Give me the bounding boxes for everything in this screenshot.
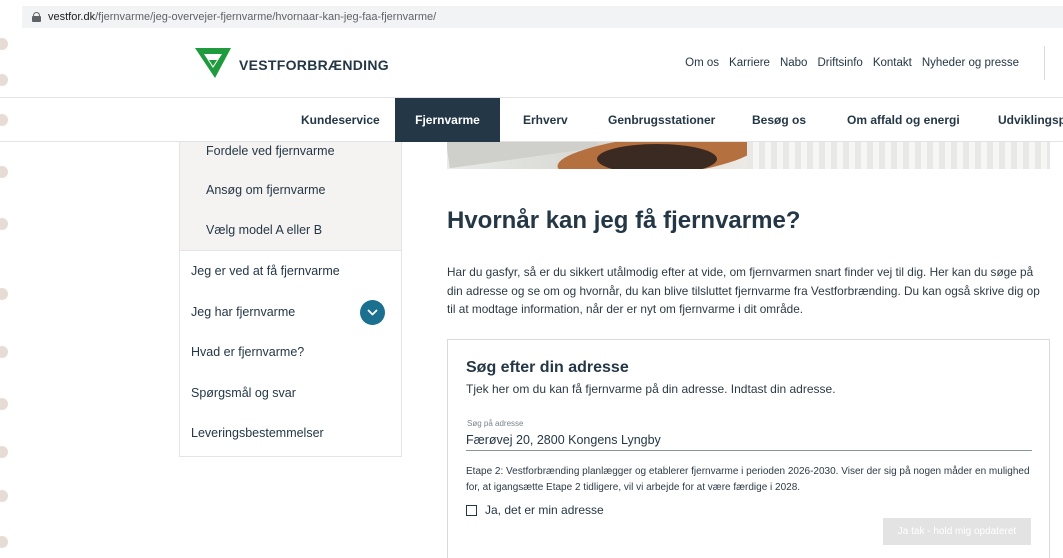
- address-search-input[interactable]: [466, 429, 1032, 451]
- nav-fjernvarme[interactable]: Fjernvarme: [395, 98, 500, 142]
- utility-nav: Om os Karriere Nabo Driftsinfo Kontakt N…: [675, 57, 1019, 69]
- topnav-nabo[interactable]: Nabo: [780, 57, 808, 69]
- url-domain: vestfor.dk: [48, 11, 96, 23]
- decorative-dot: [0, 490, 8, 502]
- search-subtitle: Tjek her om du kan få fjernvarme på din …: [466, 382, 836, 396]
- brand-name: VESTFORBRÆNDING: [239, 57, 389, 73]
- search-title: Søg efter din adresse: [466, 359, 629, 376]
- sidebar-subitem-fordele[interactable]: Fordele ved fjernvarme: [180, 142, 401, 170]
- sidebar-submenu: Fordele ved fjernvarme Ansøg om fjernvar…: [180, 142, 401, 251]
- sidebar: Fordele ved fjernvarme Ansøg om fjernvar…: [179, 142, 402, 457]
- sidebar-item-jeg-har[interactable]: Jeg har fjernvarme: [180, 292, 401, 333]
- page-title: Hvornår kan jeg få fjernvarme?: [447, 207, 801, 234]
- brand-logo[interactable]: VESTFORBRÆNDING: [193, 44, 389, 82]
- sidebar-item-leveringsbestemmelser[interactable]: Leveringsbestemmelser: [180, 413, 401, 454]
- address-bar[interactable]: vestfor.dk/fjernvarme/jeg-overvejer-fjer…: [22, 6, 1063, 28]
- sidebar-item-hvad-er[interactable]: Hvad er fjernvarme?: [180, 332, 401, 373]
- topnav-kontakt[interactable]: Kontakt: [873, 57, 912, 69]
- nav-besog-os[interactable]: Besøg os: [752, 98, 806, 142]
- nav-genbrugsstationer[interactable]: Genbrugsstationer: [608, 98, 715, 142]
- topnav-driftsinfo[interactable]: Driftsinfo: [817, 57, 862, 69]
- nav-udviklingsprojekter[interactable]: Udviklingspr: [998, 98, 1063, 142]
- sidebar-item-label: Spørgsmål og svar: [191, 385, 296, 400]
- decorative-dot: [0, 446, 8, 458]
- decorative-dot: [0, 218, 8, 230]
- decorative-dot: [0, 38, 8, 50]
- sidebar-item-label: Hvad er fjernvarme?: [191, 345, 305, 360]
- topnav-karriere[interactable]: Karriere: [729, 57, 770, 69]
- nav-om-affald-og-energi[interactable]: Om affald og energi: [847, 98, 960, 142]
- url-path: /fjernvarme/jeg-overvejer-fjernvarme/hvo…: [95, 11, 437, 23]
- sidebar-item-sporgsmal[interactable]: Spørgsmål og svar: [180, 373, 401, 414]
- sidebar-item-label: Jeg er ved at få fjernvarme: [191, 264, 340, 279]
- main-nav: Kundeservice Fjernvarme Erhverv Genbrugs…: [0, 98, 1063, 142]
- chevron-down-icon[interactable]: [360, 299, 385, 325]
- decorative-dot: [0, 288, 8, 300]
- decorative-dot: [0, 346, 8, 358]
- sidebar-item-label: Leveringsbestemmelser: [191, 426, 324, 441]
- nav-kundeservice[interactable]: Kundeservice: [301, 98, 380, 142]
- decorative-dot: [0, 74, 8, 86]
- hero-image: [447, 142, 1050, 169]
- checkbox-icon[interactable]: [466, 504, 477, 516]
- subscribe-updates-button[interactable]: Ja tak - hold mig opdateret: [883, 518, 1031, 545]
- intro-text: Har du gasfyr, så er du sikkert utålmodi…: [447, 265, 1040, 316]
- address-search-card: Søg efter din adresse Tjek her om du kan…: [447, 339, 1050, 558]
- sidebar-subitem-model[interactable]: Vælg model A eller B: [180, 210, 401, 250]
- decorative-dot: [0, 536, 8, 548]
- decorative-dot: [0, 166, 8, 178]
- decorative-dot: [0, 398, 8, 410]
- sidebar-item-jeg-er-ved-at[interactable]: Jeg er ved at få fjernvarme: [180, 251, 401, 292]
- checkbox-label: Ja, det er min adresse: [485, 503, 604, 517]
- sidebar-item-label: Jeg har fjernvarme: [191, 304, 296, 319]
- vestforbraending-v-icon: [195, 48, 231, 78]
- divider: [1044, 46, 1045, 80]
- address-field-label: Søg på adresse: [467, 419, 524, 428]
- sidebar-subitem-ansog[interactable]: Ansøg om fjernvarme: [180, 170, 401, 210]
- confirm-address-checkbox[interactable]: Ja, det er min adresse: [466, 503, 604, 517]
- topnav-om-os[interactable]: Om os: [685, 57, 719, 69]
- nav-erhverv[interactable]: Erhverv: [523, 98, 568, 142]
- topnav-nyheder[interactable]: Nyheder og presse: [922, 57, 1019, 69]
- lock-icon: [32, 12, 41, 22]
- etape-note: Etape 2: Vestforbrænding planlægger og e…: [466, 466, 1030, 493]
